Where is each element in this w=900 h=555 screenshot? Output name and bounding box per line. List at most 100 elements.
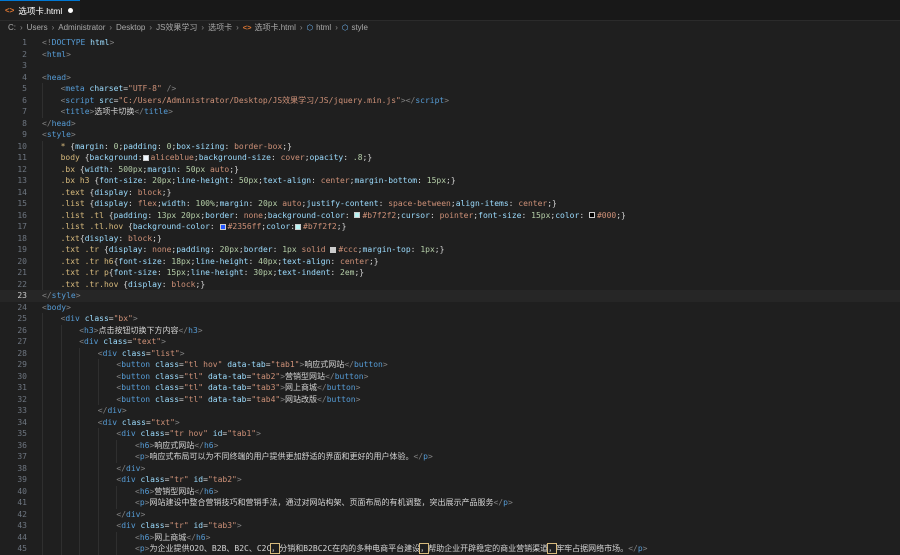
code-line[interactable]: 37<p>响应式布局可以为不同终端的用户提供更加舒适的界面和更好的用户体验。</… xyxy=(0,451,900,463)
code-line[interactable]: 34<div class="txt"> xyxy=(0,417,900,429)
code-line[interactable]: 33</div> xyxy=(0,405,900,417)
code-line[interactable]: 12.bx {width: 500px;margin: 50px auto;} xyxy=(0,164,900,176)
code-line[interactable]: 13.bx h3 {font-size: 20px;line-height: 5… xyxy=(0,175,900,187)
code-line[interactable]: 41<p>网站建设中整合营销技巧和营销手法，通过对网站构架、页面布局的有机调整，… xyxy=(0,497,900,509)
code-line[interactable]: 29<button class="tl hov" data-tab="tab1"… xyxy=(0,359,900,371)
code-token: : xyxy=(224,142,234,151)
code-token: line-height xyxy=(196,257,249,266)
code-line[interactable]: 2<html> xyxy=(0,49,900,61)
code-token: font-size xyxy=(114,268,157,277)
unsaved-dot-icon[interactable] xyxy=(68,8,73,13)
color-swatch[interactable] xyxy=(143,155,149,161)
code-text: </div> xyxy=(42,405,900,417)
code-token: </ xyxy=(98,406,108,415)
breadcrumb-item[interactable]: 选项卡 xyxy=(208,22,232,33)
code-token: > xyxy=(133,314,138,323)
color-swatch[interactable] xyxy=(589,212,595,218)
code-token: html xyxy=(47,50,66,59)
indent-guide xyxy=(42,417,43,429)
code-token: margin-top xyxy=(363,245,411,254)
breadcrumb-item[interactable]: Users xyxy=(27,23,48,32)
code-token: </ xyxy=(42,291,52,300)
code-line[interactable]: 4<head> xyxy=(0,72,900,84)
code-line[interactable]: 38</div> xyxy=(0,463,900,475)
code-line[interactable]: 16.list .tl {padding: 13px 20px;border: … xyxy=(0,210,900,222)
code-line[interactable]: 20.txt .tr h6{font-size: 18px;line-heigh… xyxy=(0,256,900,268)
code-token: border-box xyxy=(234,142,282,151)
code-token: margin xyxy=(220,199,249,208)
code-line[interactable]: 26<h3>点击按钮切换下方内容</h3> xyxy=(0,325,900,337)
code-line[interactable]: 45<p>为企业提供O2O、B2B、B2C、C2C，分销和B2BC2C在内的多种… xyxy=(0,543,900,555)
code-token: <! xyxy=(42,38,52,47)
code-line[interactable]: 21.txt .tr p{font-size: 15px;line-height… xyxy=(0,267,900,279)
code-token: </ xyxy=(344,360,354,369)
code-editor[interactable]: 1<!DOCTYPE html>2<html>34<head>5<meta ch… xyxy=(0,35,900,546)
code-line[interactable]: 6<script src="C:/Users/Administrator/Des… xyxy=(0,95,900,107)
code-line[interactable]: 22.txt .tr.hov {display: block;} xyxy=(0,279,900,291)
breadcrumb-item[interactable]: C: xyxy=(8,23,16,32)
code-line[interactable]: 25<div class="bx"> xyxy=(0,313,900,325)
indent-guide xyxy=(61,463,62,475)
breadcrumb-item[interactable]: JS效果学习 xyxy=(156,22,197,33)
indent-guide xyxy=(42,175,43,187)
code-line[interactable]: 32<button class="tl" data-tab="tab4">网站改… xyxy=(0,394,900,406)
code-line[interactable]: 42</div> xyxy=(0,509,900,521)
code-token: 为企业提供O2O、B2B、B2C、C2C xyxy=(149,544,271,553)
code-line[interactable]: 40<h6>营销型网站</h6> xyxy=(0,486,900,498)
code-line[interactable]: 7<title>选项卡切换</title> xyxy=(0,106,900,118)
code-line[interactable]: 36<h6>响应式网站</h6> xyxy=(0,440,900,452)
indent-guide xyxy=(98,463,99,475)
code-line[interactable]: 1<!DOCTYPE html> xyxy=(0,37,900,49)
line-number: 21 xyxy=(0,267,27,279)
code-line[interactable]: 35<div class="tr hov" id="tab1"> xyxy=(0,428,900,440)
breadcrumb-item[interactable]: Desktop xyxy=(116,23,145,32)
code-line[interactable]: 10* {margin: 0;padding: 0;box-sizing: bo… xyxy=(0,141,900,153)
code-line[interactable]: 15.list {display: flex;width: 100%;margi… xyxy=(0,198,900,210)
code-line[interactable]: 27<div class="text"> xyxy=(0,336,900,348)
code-line[interactable]: 44<h6>网上商城</h6> xyxy=(0,532,900,544)
code-token: script xyxy=(415,96,444,105)
color-swatch[interactable] xyxy=(295,224,301,230)
indent-guide xyxy=(42,474,43,486)
code-line[interactable]: 31<button class="tl" data-tab="tab3">网上商… xyxy=(0,382,900,394)
breadcrumb-item[interactable]: style xyxy=(351,23,367,32)
line-number: 34 xyxy=(0,417,27,429)
code-line[interactable]: 11body {background:aliceblue;background-… xyxy=(0,152,900,164)
indent-guide xyxy=(42,279,43,291)
code-line[interactable]: 17.list .tl.hov {background-color: #2356… xyxy=(0,221,900,233)
line-number: 45 xyxy=(0,543,27,555)
code-line[interactable]: 23</style> xyxy=(0,290,900,302)
code-token: id xyxy=(208,429,222,438)
code-text: <div class="list"> xyxy=(42,348,900,360)
breadcrumb-item[interactable]: Administrator xyxy=(58,23,105,32)
line-number: 28 xyxy=(0,348,27,360)
code-line[interactable]: 24<body> xyxy=(0,302,900,314)
line-number: 31 xyxy=(0,382,27,394)
tab-file[interactable]: <> 选项卡.html xyxy=(0,0,80,20)
code-line[interactable]: 43<div class="tr" id="tab3"> xyxy=(0,520,900,532)
code-line[interactable]: 3 xyxy=(0,60,900,72)
indent-guide xyxy=(98,394,99,406)
code-text: <h6>网上商城</h6> xyxy=(42,532,900,544)
code-token: </ xyxy=(116,464,126,473)
code-token: .txt .tr xyxy=(61,245,104,254)
code-token: opacity xyxy=(310,153,344,162)
color-swatch[interactable] xyxy=(220,224,226,230)
code-line[interactable]: 14.text {display: block;} xyxy=(0,187,900,199)
code-token: ;} xyxy=(196,280,206,289)
code-line[interactable]: 5<meta charset="UTF-8" /> xyxy=(0,83,900,95)
color-swatch[interactable] xyxy=(330,247,336,253)
color-swatch[interactable] xyxy=(354,212,360,218)
code-token: > xyxy=(256,429,261,438)
code-token: button xyxy=(354,360,383,369)
code-line[interactable]: 30<button class="tl" data-tab="tab2">营销型… xyxy=(0,371,900,383)
code-line[interactable]: 39<div class="tr" id="tab2"> xyxy=(0,474,900,486)
code-line[interactable]: 18.txt{display: block;} xyxy=(0,233,900,245)
code-line[interactable]: 9<style> xyxy=(0,129,900,141)
code-line[interactable]: 28 <div class="list"> xyxy=(0,348,900,360)
code-line[interactable]: 19.txt .tr {display: none;padding: 20px;… xyxy=(0,244,900,256)
code-line[interactable]: 8</head> xyxy=(0,118,900,130)
breadcrumb-item[interactable]: 选项卡.html xyxy=(255,22,296,33)
code-token: 响应式网站 xyxy=(304,360,344,369)
breadcrumb-item[interactable]: html xyxy=(316,23,331,32)
